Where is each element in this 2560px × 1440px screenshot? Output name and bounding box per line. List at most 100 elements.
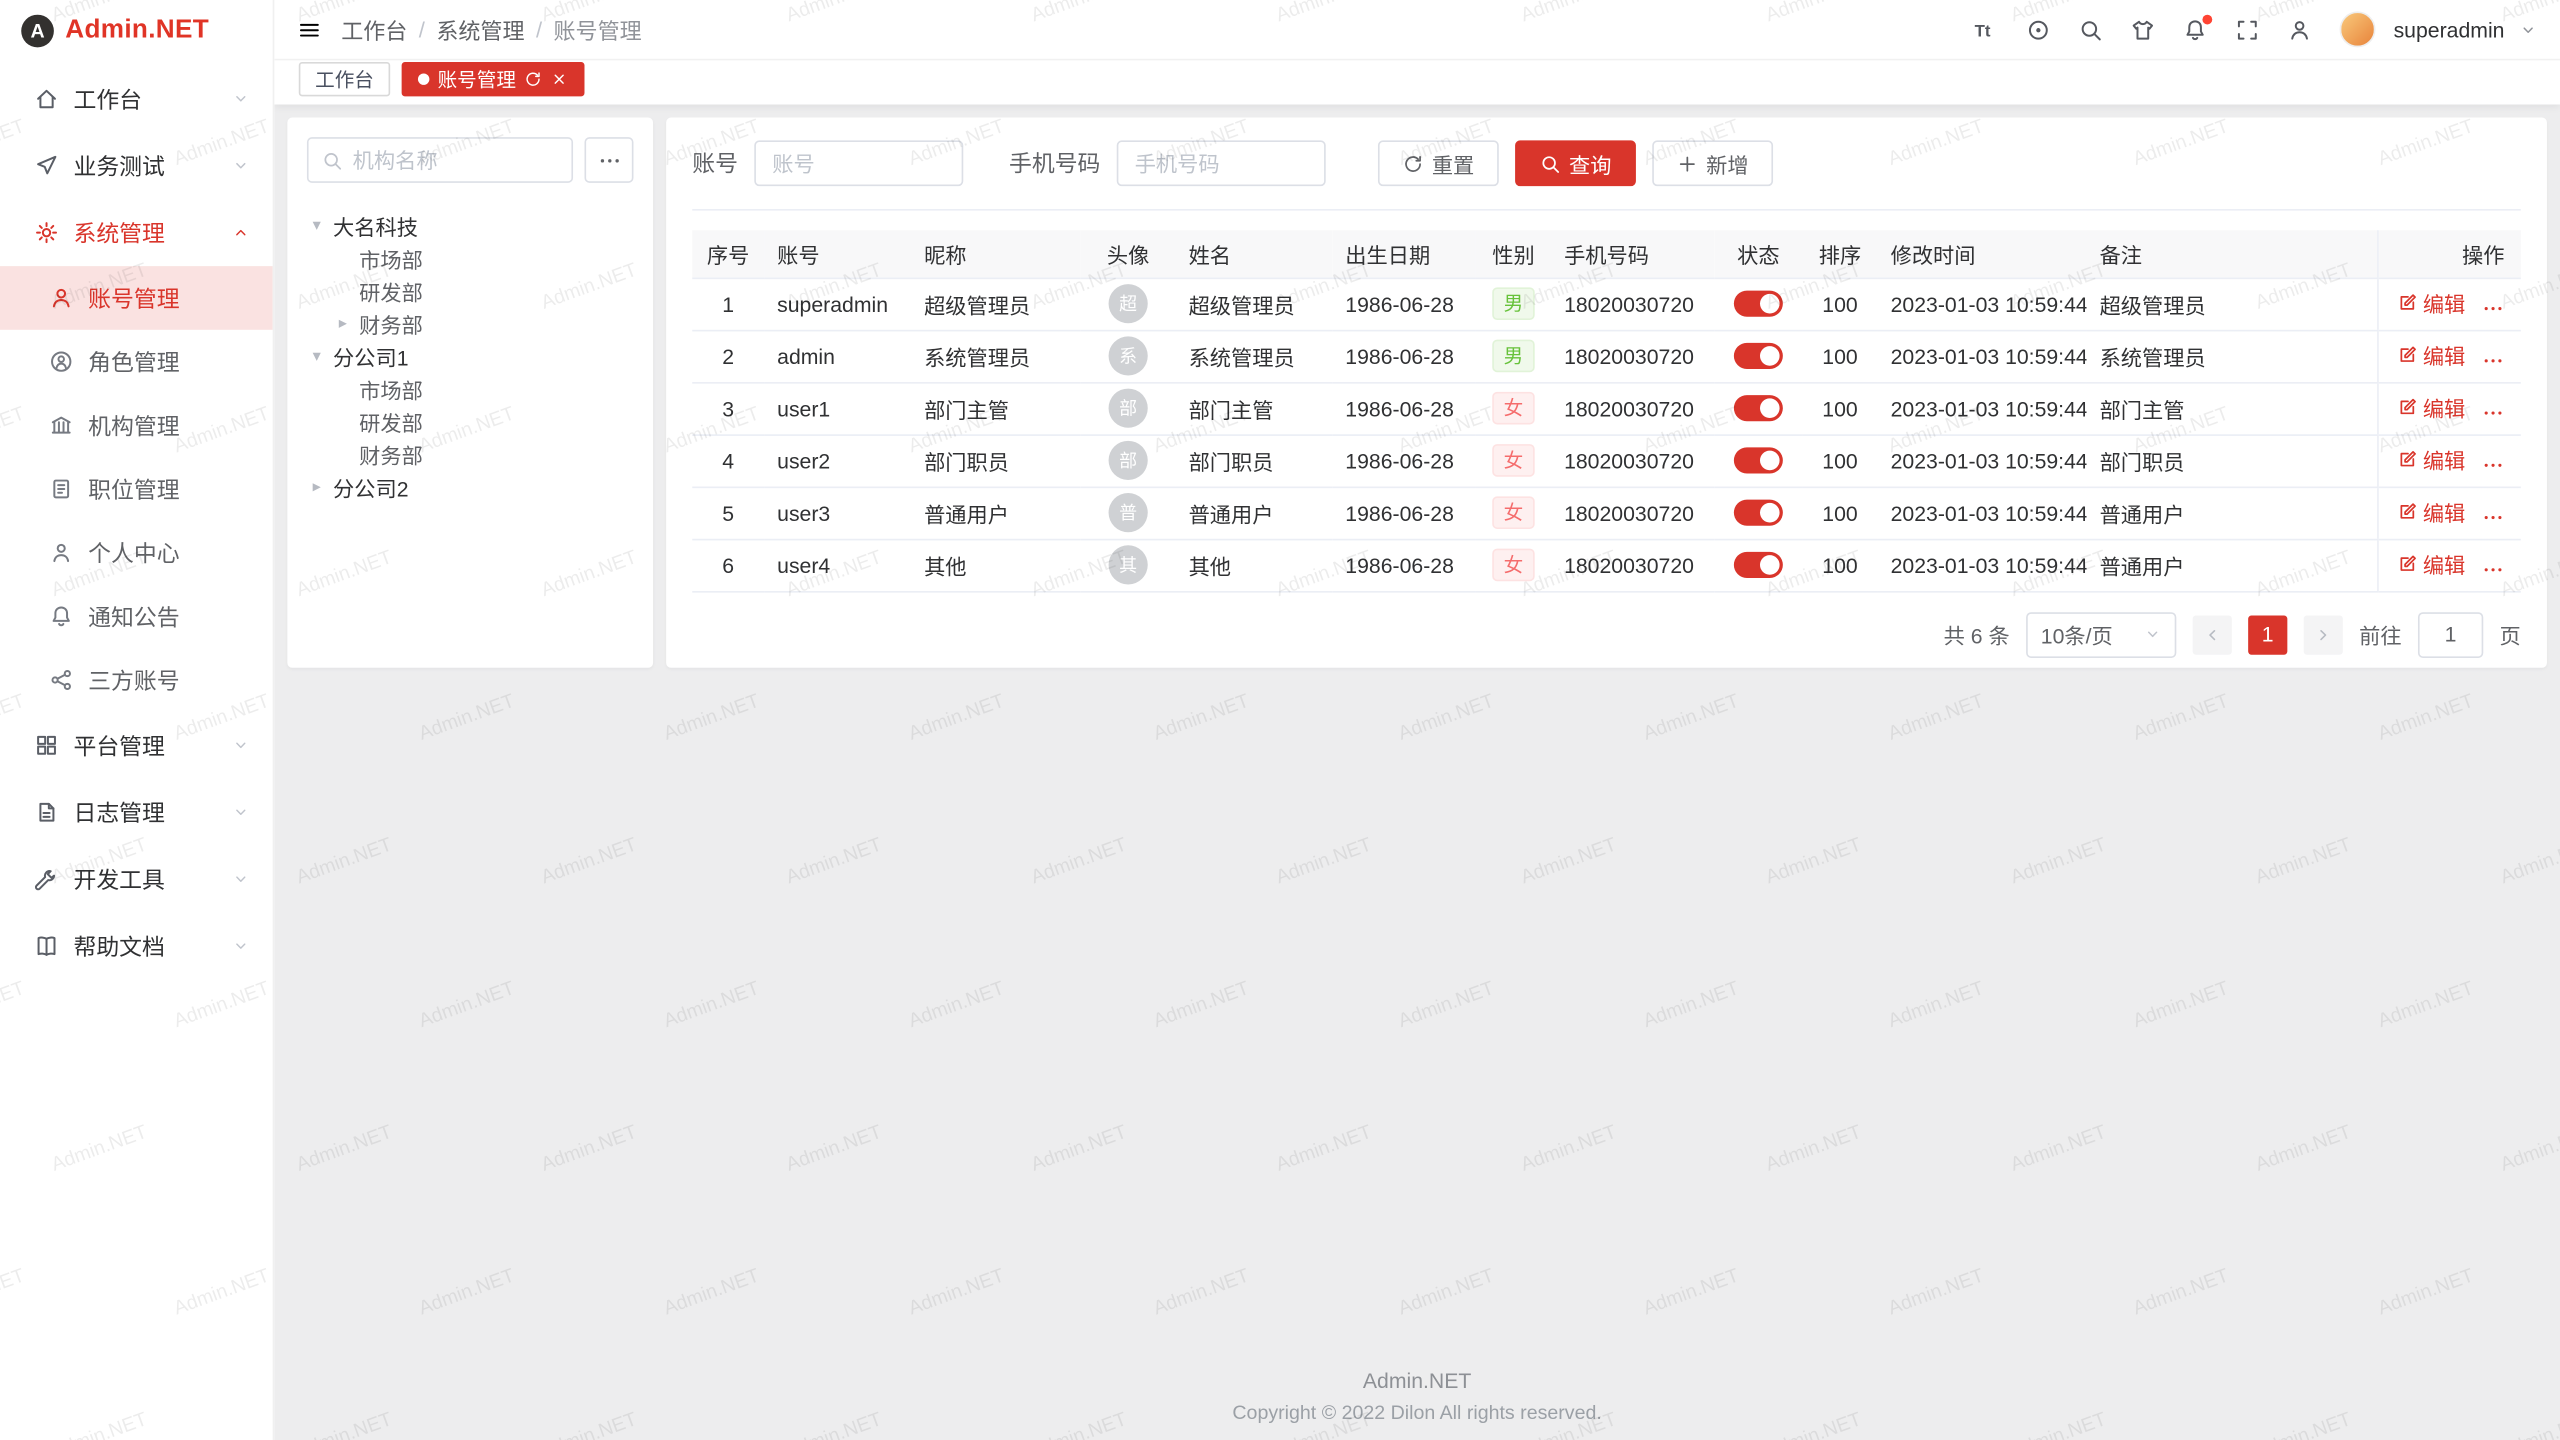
reset-button[interactable]: 重置 [1378, 140, 1499, 186]
sidebar-item-4[interactable]: 日志管理 [0, 779, 273, 846]
sidebar-item-label: 系统管理 [73, 216, 217, 249]
tree-caret-icon[interactable]: ▸ [333, 314, 353, 332]
cell-order: 100 [1802, 382, 1877, 434]
cell-modified-time: 2023-01-03 10:59:44 [1878, 330, 2087, 382]
org-tree-panel: ▾大名科技市场部研发部▸财务部▾分公司1市场部研发部财务部▸分公司2 [287, 118, 653, 668]
page-size-select[interactable]: 10条/页 [2026, 611, 2176, 657]
status-toggle[interactable] [1734, 291, 1783, 317]
cell-avatar: 部 [1081, 382, 1176, 434]
user-avatar[interactable] [2340, 11, 2376, 47]
sidebar-subitem-6[interactable]: 三方账号 [0, 648, 273, 712]
row-more-icon[interactable] [2482, 401, 2505, 424]
query-button[interactable]: 查询 [1515, 140, 1636, 186]
edit-button[interactable]: 编辑 [2397, 549, 2466, 580]
goto-page-input[interactable] [2418, 611, 2483, 657]
add-button[interactable]: 新增 [1652, 140, 1773, 186]
tree-caret-icon[interactable]: ▾ [307, 216, 327, 234]
status-toggle[interactable] [1734, 396, 1783, 422]
sidebar-subitem-4[interactable]: 个人中心 [0, 521, 273, 585]
app-viewport: A Admin.NET 工作台业务测试系统管理账号管理角色管理机构管理职位管理个… [0, 0, 2560, 1440]
row-more-icon[interactable] [2482, 349, 2505, 372]
status-toggle[interactable] [1734, 343, 1783, 369]
sidebar-item-6[interactable]: 帮助文档 [0, 913, 273, 980]
component-size-icon[interactable] [2026, 17, 2050, 41]
sidebar-item-5[interactable]: 开发工具 [0, 846, 273, 913]
chevron-down-icon [232, 90, 250, 108]
page-number-button[interactable]: 1 [2248, 615, 2287, 654]
sidebar-item-3[interactable]: 平台管理 [0, 712, 273, 779]
status-toggle[interactable] [1734, 500, 1783, 526]
tree-node[interactable]: 市场部 [307, 372, 634, 405]
org-more-button[interactable] [584, 137, 633, 183]
tree-node[interactable]: ▾大名科技 [307, 209, 634, 242]
tree-node[interactable]: ▾分公司1 [307, 340, 634, 373]
profile-icon[interactable] [2287, 17, 2311, 41]
tab-1[interactable]: 账号管理 [402, 61, 585, 95]
org-search-input[interactable] [353, 148, 559, 172]
prev-page-button[interactable] [2193, 615, 2232, 654]
tree-node[interactable]: ▸财务部 [307, 307, 634, 340]
tree-node[interactable]: ▸分公司2 [307, 470, 634, 503]
tree-caret-icon[interactable]: ▸ [307, 478, 327, 496]
cell-phone: 18020030720 [1551, 278, 1714, 330]
theme-icon[interactable] [2131, 17, 2155, 41]
status-toggle[interactable] [1734, 552, 1783, 578]
cell-nickname: 部门主管 [911, 382, 1081, 434]
cell-name: 超级管理员 [1176, 278, 1333, 330]
sidebar-subitem-label: 角色管理 [88, 345, 179, 378]
column-header: 备注 [2087, 230, 2378, 277]
cell-avatar: 系 [1081, 330, 1176, 382]
edit-button[interactable]: 编辑 [2397, 288, 2466, 319]
sidebar-subitem-5[interactable]: 通知公告 [0, 584, 273, 648]
user-menu-chevron-icon[interactable] [2519, 20, 2537, 38]
sidebar-item-0[interactable]: 工作台 [0, 65, 273, 132]
row-more-icon[interactable] [2482, 506, 2505, 529]
edit-button[interactable]: 编辑 [2397, 444, 2466, 475]
search-icon[interactable] [2078, 17, 2102, 41]
more-icon [597, 148, 621, 172]
tree-node[interactable]: 市场部 [307, 242, 634, 275]
edit-icon [2397, 502, 2418, 523]
account-input[interactable] [754, 140, 963, 186]
cell-birthdate: 1986-06-28 [1332, 278, 1476, 330]
row-more-icon[interactable] [2482, 558, 2505, 581]
cell-order: 100 [1802, 278, 1877, 330]
tab-0[interactable]: 工作台 [299, 61, 390, 95]
next-page-button[interactable] [2304, 615, 2343, 654]
sidebar-subitem-2[interactable]: 机构管理 [0, 393, 273, 457]
edit-button[interactable]: 编辑 [2397, 392, 2466, 423]
status-toggle[interactable] [1734, 448, 1783, 474]
fullscreen-icon[interactable] [2235, 17, 2259, 41]
edit-button[interactable]: 编辑 [2397, 497, 2466, 528]
cell-status [1714, 434, 1802, 486]
cell-birthdate: 1986-06-28 [1332, 330, 1476, 382]
tree-node[interactable]: 财务部 [307, 438, 634, 471]
notification-bell-icon[interactable] [2183, 17, 2207, 41]
row-more-icon[interactable] [2482, 297, 2505, 320]
app-logo[interactable]: A Admin.NET [0, 0, 273, 60]
sidebar-subitem-label: 账号管理 [88, 282, 179, 315]
tab-label: 工作台 [315, 64, 374, 92]
sidebar-subitem-0[interactable]: 账号管理 [0, 266, 273, 330]
menu-toggle-icon[interactable] [297, 17, 321, 41]
tree-node[interactable]: 研发部 [307, 405, 634, 438]
sidebar-subitem-label: 机构管理 [88, 409, 179, 442]
sidebar-subitem-1[interactable]: 角色管理 [0, 330, 273, 394]
breadcrumb-item[interactable]: 系统管理 [436, 13, 524, 46]
tab-refresh-icon[interactable] [524, 69, 542, 87]
sidebar-subitem-3[interactable]: 职位管理 [0, 457, 273, 521]
breadcrumb-item[interactable]: 工作台 [341, 13, 407, 46]
row-more-icon[interactable] [2482, 454, 2505, 477]
username[interactable]: superadmin [2394, 17, 2505, 41]
phone-input[interactable] [1117, 140, 1326, 186]
tab-close-icon[interactable] [550, 69, 568, 87]
sidebar-item-1[interactable]: 业务测试 [0, 132, 273, 199]
edit-button[interactable]: 编辑 [2397, 340, 2466, 371]
gender-tag: 男 [1492, 340, 1534, 373]
org-search-row [307, 137, 634, 183]
tree-node[interactable]: 研发部 [307, 274, 634, 307]
font-size-icon[interactable]: Tt [1974, 17, 1998, 41]
sidebar-item-2[interactable]: 系统管理 [0, 199, 273, 266]
app-logo-text: Admin.NET [65, 16, 209, 45]
tree-caret-icon[interactable]: ▾ [307, 347, 327, 365]
